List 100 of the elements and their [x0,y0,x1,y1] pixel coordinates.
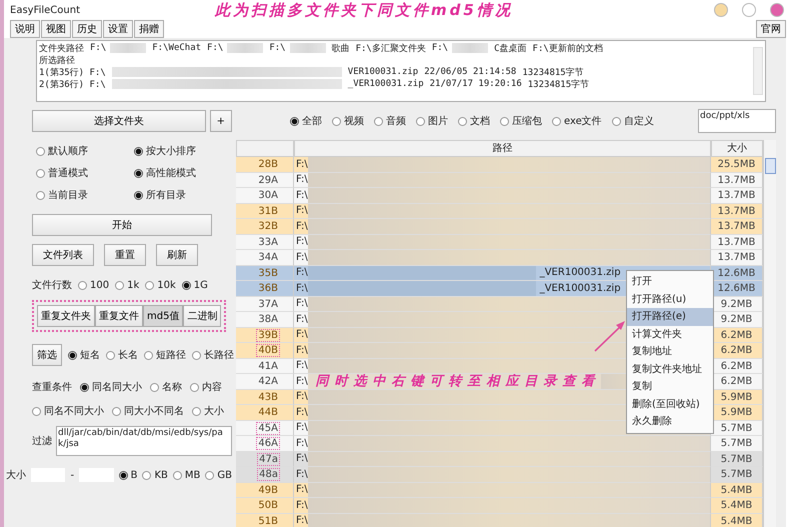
path-text: F:\ [295,359,308,374]
website-button[interactable]: 官网 [756,20,786,38]
mode-button[interactable]: 重复文件 [95,305,143,327]
custom-types-field[interactable]: doc/ppt/xls [698,109,776,133]
annotation-arrow [592,318,628,354]
menu-item[interactable]: 说明 [10,20,40,38]
radio-button[interactable]: 普通模式 [36,166,134,180]
menu-item[interactable]: 设置 [103,20,133,38]
filter-button[interactable]: 筛选 [32,344,62,366]
radio-button[interactable]: 同名不同大小 [32,404,104,418]
list-button[interactable]: 文件列表 [32,244,94,266]
radio-button[interactable]: 所有目录 [134,188,232,202]
radio-button[interactable]: 短路径 [144,348,186,362]
context-menu-item[interactable]: 计算文件夹 [627,326,713,343]
annotation-title: 此为扫描多文件夹下同文件md5情况 [215,0,513,20]
radio-button[interactable]: 音频 [374,114,406,128]
radio-button[interactable]: B [118,470,138,480]
window-button[interactable] [742,3,756,17]
list-button[interactable]: 重置 [104,244,146,266]
row-number: 29A [257,174,279,186]
radio-button[interactable]: 长名 [106,348,138,362]
context-menu-item[interactable]: 打开路径(e) [627,308,713,326]
radio-button[interactable]: GB [205,470,232,480]
radio-button[interactable]: 高性能模式 [134,166,232,180]
mode-button[interactable]: 重复文件夹 [37,305,95,327]
row-number: 42A [257,376,279,387]
menu-item[interactable]: 历史 [72,20,102,38]
context-menu-item[interactable]: 复制 [627,378,713,396]
row-number: 28B [257,159,279,170]
size-cell: 12.6MB [711,281,763,296]
list-button[interactable]: 刷新 [156,244,198,266]
path-text: F:\ [295,266,308,280]
size-cell: 25.5MB [711,157,763,172]
context-menu-item[interactable]: 复制文件夹地址 [627,360,713,378]
radio-button[interactable]: exe文件 [552,114,602,128]
radio-button[interactable]: 当前目录 [36,188,134,202]
size-cell: 5.4MB [711,514,763,527]
size-cell: 5.7MB [711,452,763,467]
row-number: 36B [257,283,279,294]
path-text: F:\ [295,204,308,218]
radio-button[interactable]: 全部 [290,114,322,128]
context-menu-item[interactable]: 永久删除 [627,413,713,430]
row-number: 44B [257,407,279,418]
radio-button[interactable]: 按大小排序 [134,144,232,158]
menu-item[interactable]: 捐赠 [134,20,164,38]
menu-item[interactable]: 视图 [41,20,71,38]
radio-button[interactable]: 1G [182,280,208,290]
radio-button[interactable]: MB [172,470,200,480]
size-cell: 6.2MB [711,374,763,390]
criteria-label: 查重条件 [32,380,72,394]
blurred-block [227,43,264,53]
context-menu-item[interactable]: 打开 [627,273,713,290]
radio-button[interactable]: 同名同大小 [80,380,142,394]
radio-button[interactable]: 大小 [192,404,224,418]
window-button[interactable] [714,3,728,17]
log-text: 文件夹路径 [39,42,84,54]
radio-button[interactable]: 默认顺序 [36,144,134,158]
size-cell: 13.7MB [711,219,763,234]
context-menu-item[interactable]: 打开路径(u) [627,290,713,308]
radio-button[interactable]: 长路径 [192,348,234,362]
path-text: F:\ [295,452,308,466]
mode-button[interactable]: md5值 [143,305,184,327]
context-menu-item[interactable]: 删除(至回收站) [627,396,713,413]
exclude-field[interactable]: dll/jar/cab/bin/dat/db/msi/edb/sys/pak/jsa [56,426,232,456]
radio-button[interactable]: 同大小不同名 [112,404,184,418]
path-text: F:\ [295,282,308,296]
mode-button[interactable]: 二进制 [183,305,222,327]
log-text: C盘桌面 [494,42,527,54]
context-menu-item[interactable]: 复制地址 [627,343,713,360]
size-cell: 5.7MB [711,436,763,452]
radio-button[interactable]: 文档 [458,114,490,128]
window-title: EasyFileCount [10,4,80,16]
exclude-label: 过滤 [32,434,52,448]
window-button[interactable] [770,3,784,17]
radio-button[interactable]: 压缩包 [500,114,542,128]
add-button[interactable]: + [210,110,232,132]
blurred-block [290,43,326,53]
column-header[interactable]: 路径 [294,140,711,157]
column-header[interactable]: 大小 [711,140,763,157]
size-cell: 6.2MB [711,343,763,358]
start-button[interactable]: 开始 [32,214,212,236]
radio-button[interactable]: 100 [78,280,110,290]
choose-folder-button[interactable]: 选择文件夹 [32,110,206,132]
radio-button[interactable]: KB [142,470,168,480]
log-text: F:\WeChat [152,43,202,53]
row-number: 32B [257,221,279,232]
path-text: F:\ [295,312,308,327]
scrollbar[interactable] [753,47,763,95]
radio-button[interactable]: 名称 [150,380,182,394]
column-header[interactable] [236,140,294,157]
size-cell: 13.7MB [711,234,763,250]
radio-button[interactable]: 1k [115,280,140,290]
range-separator: - [70,470,74,480]
radio-button[interactable]: 自定义 [612,114,654,128]
radio-button[interactable]: 视频 [332,114,364,128]
radio-button[interactable]: 10k [145,280,176,290]
radio-button[interactable]: 短名 [68,348,100,362]
scrollbar[interactable] [763,140,776,527]
radio-button[interactable]: 图片 [416,114,448,128]
radio-button[interactable]: 内容 [190,380,222,394]
